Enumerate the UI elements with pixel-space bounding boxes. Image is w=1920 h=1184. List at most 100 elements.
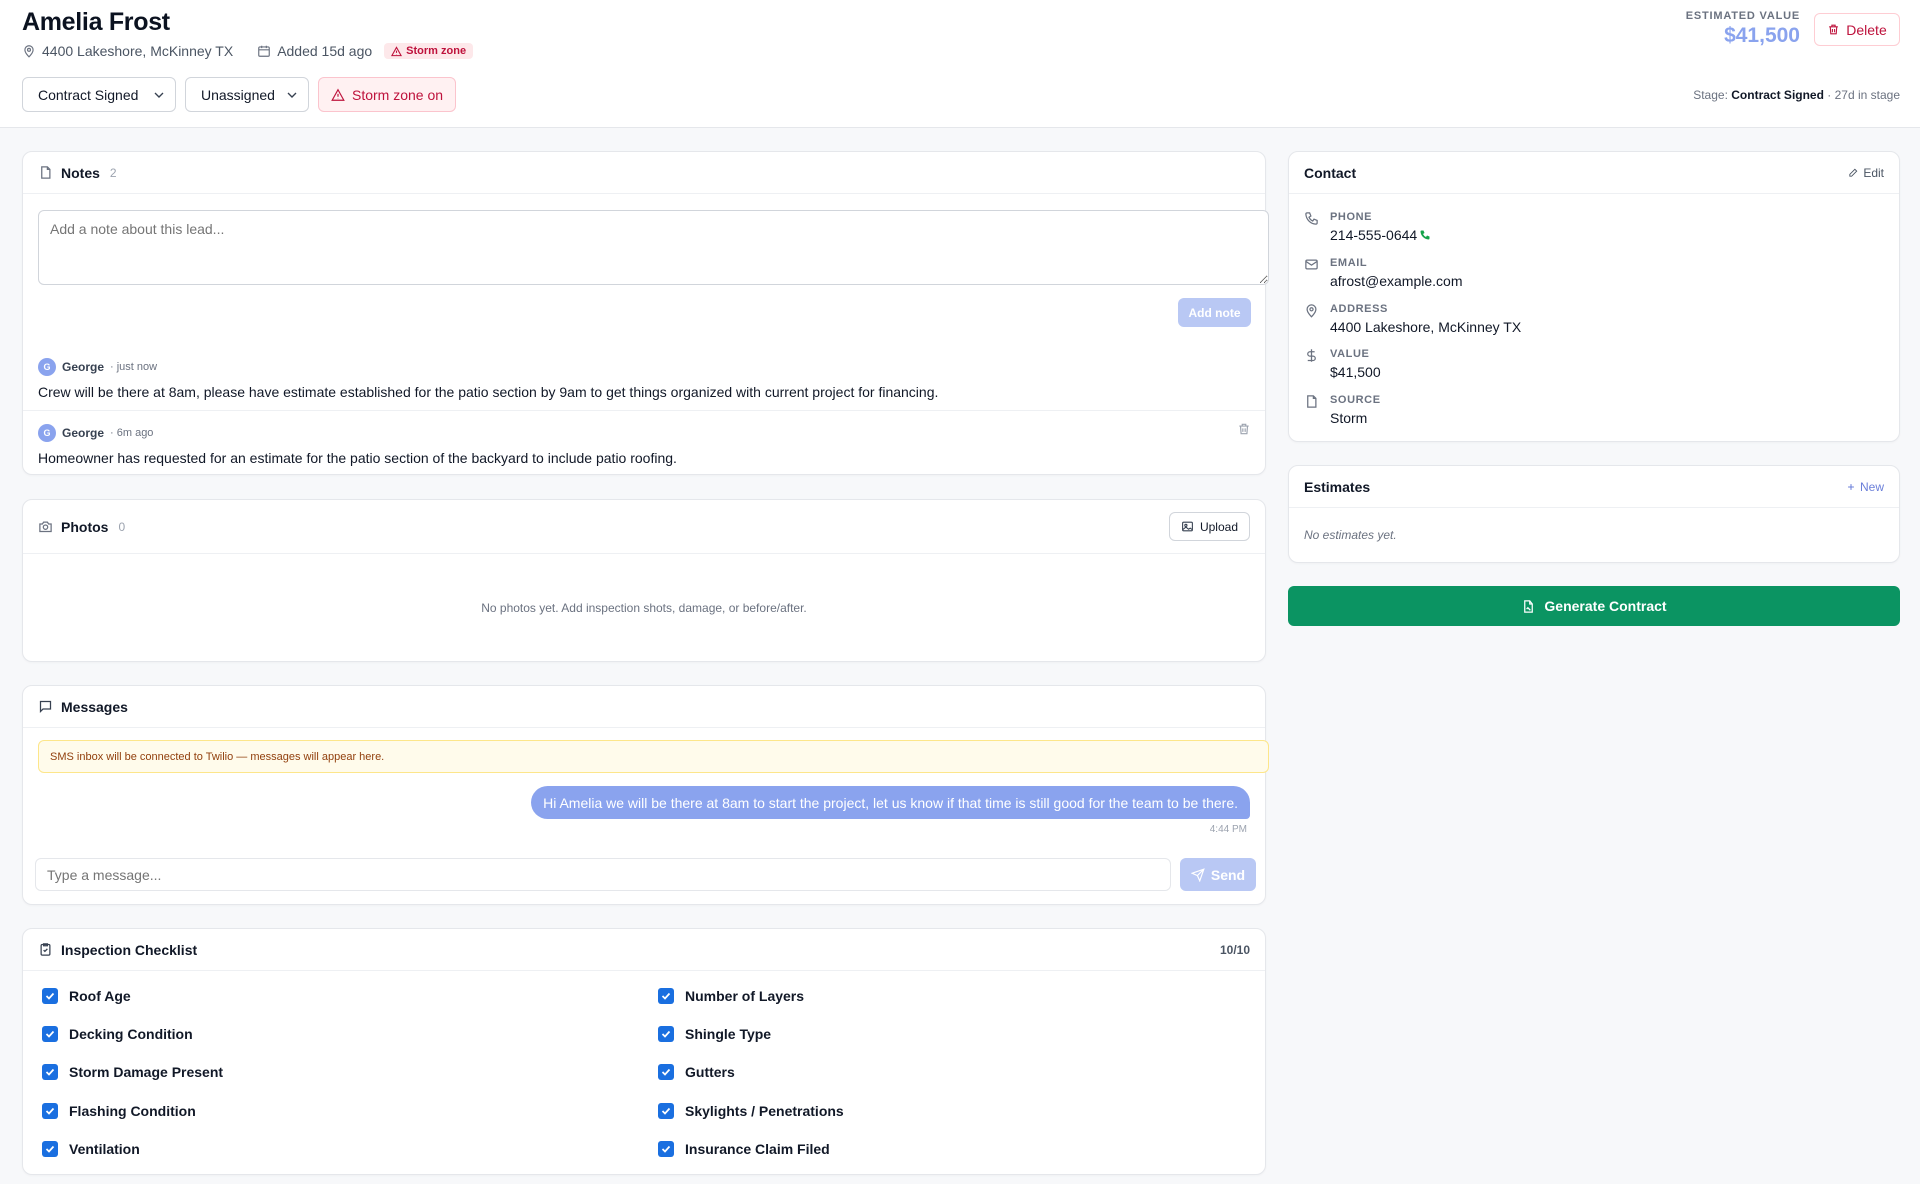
estimates-header: Estimates New [1289, 466, 1899, 508]
storm-zone-toggle[interactable]: Storm zone on [318, 77, 457, 112]
lead-address: 4400 Lakeshore, McKinney TX [42, 43, 234, 59]
message-input[interactable] [35, 858, 1171, 891]
photos-empty-text: No photos yet. Add inspection shots, dam… [481, 601, 807, 615]
inspection-checklist-card: Inspection Checklist 10/10 Roof Age Deck… [22, 928, 1266, 1175]
messages-title: Messages [61, 698, 128, 715]
contact-card: Contact Edit PHONE 214-555-0644 EMAIL af… [1288, 151, 1900, 442]
checklist-count: 10/10 [1219, 942, 1250, 957]
stage-info: Stage: Contract Signed · 27d in stage [1693, 88, 1900, 102]
photos-header: Photos 0 Upload [23, 500, 1265, 554]
checklist-item[interactable]: Number of Layers [658, 988, 804, 1004]
clipboard-check-icon [40, 943, 51, 956]
checkbox-checked-icon[interactable] [42, 1064, 58, 1080]
note-item: G George · just now Crew will be there a… [23, 358, 1265, 400]
checkbox-checked-icon[interactable] [42, 1103, 58, 1119]
alert-triangle-icon [391, 45, 403, 56]
note-author: George [62, 426, 105, 440]
contact-source: SOURCE Storm [1304, 394, 1381, 426]
checkbox-checked-icon[interactable] [658, 988, 674, 1004]
estimates-title: Estimates [1304, 478, 1371, 495]
checkbox-checked-icon[interactable] [42, 1141, 58, 1157]
contact-phone: PHONE 214-555-0644 [1304, 211, 1431, 243]
contact-value: VALUE $41,500 [1304, 348, 1381, 380]
checklist-item[interactable]: Gutters [658, 1064, 735, 1080]
stage-select[interactable]: Contract Signed [22, 77, 176, 112]
pencil-icon [1849, 168, 1858, 177]
messages-header: Messages [23, 686, 1265, 728]
assignee-select[interactable]: Unassigned [185, 77, 309, 112]
mail-icon [1305, 259, 1318, 270]
notes-card: Notes 2 Add note G George · just now Cre… [22, 151, 1269, 475]
checklist-item[interactable]: Insurance Claim Filed [658, 1141, 830, 1157]
estimated-value-label: ESTIMATED VALUE [1685, 10, 1800, 22]
note-input[interactable] [38, 210, 1269, 285]
avatar: G [38, 358, 56, 376]
map-pin-icon [24, 45, 34, 58]
lead-name: Amelia Frost [22, 8, 170, 36]
checklist-item[interactable]: Decking Condition [42, 1026, 193, 1042]
contact-email: EMAIL afrost@example.com [1304, 257, 1462, 289]
note-item: G George · 6m ago Homeowner has requeste… [23, 424, 1265, 466]
checklist-item[interactable]: Roof Age [42, 988, 131, 1004]
add-note-button[interactable]: Add note [1178, 298, 1251, 327]
lead-added: Added 15d ago [277, 43, 373, 59]
email-value[interactable]: afrost@example.com [1330, 273, 1462, 289]
checklist-header: Inspection Checklist 10/10 [23, 929, 1265, 971]
source-value: Storm [1330, 410, 1368, 426]
dollar-icon [1307, 349, 1316, 362]
alert-triangle-icon [331, 88, 345, 101]
plus-icon [1848, 483, 1854, 490]
checklist-item[interactable]: Storm Damage Present [42, 1064, 223, 1080]
checklist-item[interactable]: Shingle Type [658, 1026, 771, 1042]
trash-icon [1829, 24, 1839, 35]
estimated-value: ESTIMATED VALUE $41,500 [1686, 10, 1800, 48]
contact-header: Contact Edit [1289, 152, 1899, 194]
upload-button[interactable]: Upload [1168, 512, 1250, 541]
notes-count: 2 [109, 165, 117, 180]
note-text: Homeowner has requested for an estimate … [38, 450, 677, 466]
note-divider [23, 410, 1265, 411]
photos-card: Photos 0 Upload No photos yet. Add inspe… [22, 499, 1266, 662]
sms-inbox-banner: SMS inbox will be connected to Twilio — … [38, 740, 1269, 773]
camera-icon [39, 521, 52, 533]
checklist-item[interactable]: Flashing Condition [42, 1103, 196, 1119]
checkbox-checked-icon[interactable] [42, 1026, 58, 1042]
send-icon [1190, 867, 1205, 882]
lead-header: Amelia Frost 4400 Lakeshore, McKinney TX… [0, 0, 1920, 128]
calendar-icon [258, 45, 271, 57]
message-bubble: Hi Amelia we will be there at 8am to sta… [531, 786, 1250, 819]
file-signature-icon [1524, 599, 1534, 613]
edit-contact-button[interactable]: Edit [1848, 166, 1884, 180]
message-time: 4:44 PM [1209, 824, 1247, 835]
delete-button[interactable]: Delete [1814, 13, 1900, 46]
avatar: G [38, 424, 56, 442]
file-icon [1307, 395, 1317, 408]
contact-title: Contact [1304, 164, 1357, 181]
map-pin-icon [1306, 304, 1317, 318]
photos-count: 0 [118, 519, 126, 534]
checkbox-checked-icon[interactable] [658, 1141, 674, 1157]
estimates-empty-text: No estimates yet. [1304, 528, 1397, 542]
checklist-item[interactable]: Skylights / Penetrations [658, 1103, 844, 1119]
value-amount: $41,500 [1330, 364, 1381, 380]
storm-zone-badge: Storm zone [384, 43, 474, 59]
checklist-item[interactable]: Ventilation [42, 1141, 140, 1157]
phone-call-icon[interactable] [1419, 229, 1431, 241]
checkbox-checked-icon[interactable] [658, 1064, 674, 1080]
checkbox-checked-icon[interactable] [658, 1026, 674, 1042]
generate-contract-button[interactable]: Generate Contract [1288, 586, 1900, 626]
checkbox-checked-icon[interactable] [658, 1103, 674, 1119]
file-icon [41, 166, 51, 179]
phone-number[interactable]: 214-555-0644 [1330, 227, 1417, 243]
send-button[interactable]: Send [1180, 858, 1256, 891]
delete-note-trash-icon[interactable] [1237, 422, 1251, 436]
note-author: George [62, 360, 105, 374]
contact-address: ADDRESS 4400 Lakeshore, McKinney TX [1304, 303, 1521, 335]
notes-title: Notes [61, 164, 100, 181]
chevron-down-icon [154, 92, 164, 98]
checkbox-checked-icon[interactable] [42, 988, 58, 1004]
new-estimate-button[interactable]: New [1846, 480, 1884, 494]
photos-title: Photos [61, 518, 109, 535]
phone-icon [1305, 212, 1318, 225]
estimated-value-amount: $41,500 [1724, 24, 1800, 47]
